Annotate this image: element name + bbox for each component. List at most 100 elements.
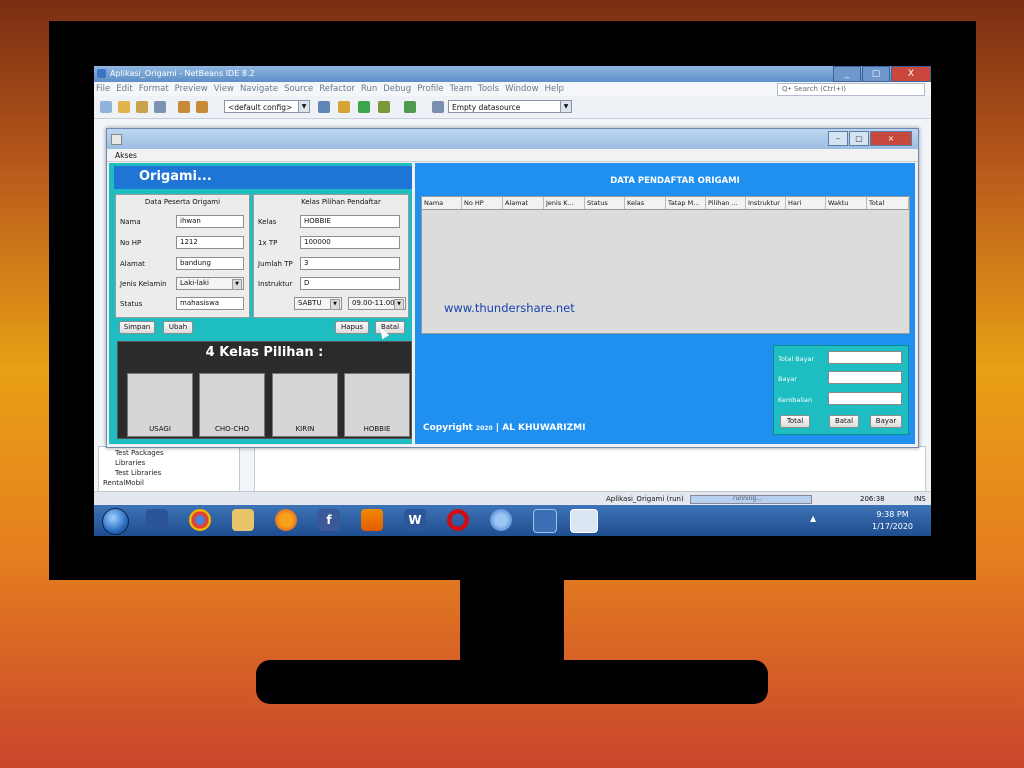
menu-debug[interactable]: Debug	[383, 84, 411, 94]
save-all-icon[interactable]	[154, 101, 166, 113]
menu-profile[interactable]: Profile	[417, 84, 443, 94]
menu-view[interactable]: View	[214, 84, 234, 94]
menu-source[interactable]: Source	[284, 84, 313, 94]
opera-icon[interactable]	[447, 509, 469, 531]
nohp-field[interactable]: 1212	[176, 236, 244, 249]
col-kelas[interactable]: Kelas	[625, 197, 666, 209]
kembalian-label: Kembalian	[778, 396, 813, 404]
kelas-field[interactable]: HOBBIE	[300, 215, 400, 228]
hapus-button[interactable]: Hapus	[335, 321, 369, 334]
total-button[interactable]: Total	[780, 415, 810, 428]
debug-icon[interactable]	[378, 101, 390, 113]
menu-navigate[interactable]: Navigate	[240, 84, 278, 94]
windows-start-icon[interactable]	[102, 508, 129, 535]
col-alamat[interactable]: Alamat	[503, 197, 544, 209]
col-jenis-kelamin[interactable]: Jenis K...	[544, 197, 585, 209]
alamat-field[interactable]: bandung	[176, 257, 244, 270]
virtualbox-icon[interactable]	[533, 509, 557, 533]
kelas-panel-title: 4 Kelas Pilihan :	[205, 345, 324, 360]
close-button[interactable]: X	[891, 66, 931, 82]
windows-taskbar: f W ▲ 9:38 PM 1/17/2020	[94, 505, 931, 536]
col-nama[interactable]: Nama	[422, 197, 462, 209]
jumlah-tp-field[interactable]: 3	[300, 257, 400, 270]
form-panel: Origami... Data Peserta Origami Nama ihw…	[109, 163, 412, 444]
nama-field[interactable]: ihwan	[176, 215, 244, 228]
kelas-card-hobbie[interactable]: HOBBIE	[344, 373, 410, 437]
col-instruktur[interactable]: Instruktur	[746, 197, 786, 209]
kembalian-field[interactable]	[828, 392, 902, 405]
tp-field[interactable]: 100000	[300, 236, 400, 249]
menu-file[interactable]: File	[96, 84, 110, 94]
system-clock[interactable]: 9:38 PM 1/17/2020	[872, 509, 913, 533]
menu-refactor[interactable]: Refactor	[319, 84, 355, 94]
tree-item[interactable]: Libraries	[115, 459, 145, 467]
col-nohp[interactable]: No HP	[462, 197, 503, 209]
bayar-field[interactable]	[828, 371, 902, 384]
menu-window[interactable]: Window	[505, 84, 539, 94]
col-pilihan[interactable]: Pilihan ...	[706, 197, 746, 209]
menu-format[interactable]: Format	[139, 84, 169, 94]
open-project-icon[interactable]	[136, 101, 148, 113]
waktu-select[interactable]: 09.00-11.00 ▼	[348, 297, 406, 310]
explorer-icon[interactable]	[146, 509, 168, 531]
menu-team[interactable]: Team	[450, 84, 472, 94]
ubah-button[interactable]: Ubah	[163, 321, 193, 334]
col-tatap-muka[interactable]: Tatap M...	[666, 197, 706, 209]
kelas-card-label: USAGI	[149, 425, 171, 433]
firefox-icon[interactable]	[275, 509, 297, 531]
clean-build-icon[interactable]	[338, 101, 350, 113]
menu-tools[interactable]: Tools	[478, 84, 499, 94]
total-bayar-field[interactable]	[828, 351, 902, 364]
batal-bayar-button[interactable]: Batal	[829, 415, 859, 428]
maximize-button[interactable]: ▢	[862, 66, 890, 82]
menu-akses[interactable]: Akses	[115, 151, 137, 160]
kelas-card-kirin[interactable]: KIRIN	[272, 373, 338, 437]
java-icon[interactable]	[570, 509, 598, 533]
app-maximize-button[interactable]: ▢	[849, 131, 869, 146]
col-status[interactable]: Status	[585, 197, 625, 209]
config-select[interactable]: <default config> ▼	[224, 100, 310, 113]
tray-arrow-icon[interactable]: ▲	[810, 514, 816, 523]
app-close-button[interactable]: ×	[870, 131, 912, 146]
col-waktu[interactable]: Waktu	[826, 197, 867, 209]
simpan-button[interactable]: Simpan	[119, 321, 155, 334]
profile-icon[interactable]	[404, 101, 416, 113]
redo-icon[interactable]	[196, 101, 208, 113]
folder-icon[interactable]	[232, 509, 254, 531]
ide-toolbar: <default config> ▼ Empty datasource ▼	[94, 96, 931, 119]
status-field[interactable]: mahasiswa	[176, 297, 244, 310]
menu-help[interactable]: Help	[545, 84, 564, 94]
pendaftar-table[interactable]: Nama No HP Alamat Jenis K... Status Kela…	[421, 196, 910, 334]
tree-item[interactable]: RentalMobil	[103, 479, 144, 487]
app-minimize-button[interactable]: –	[828, 131, 848, 146]
chrome-icon[interactable]	[189, 509, 211, 531]
new-file-icon[interactable]	[100, 101, 112, 113]
bayar-button[interactable]: Bayar	[870, 415, 902, 428]
tree-item[interactable]: Test Libraries	[115, 469, 161, 477]
col-total[interactable]: Total	[867, 197, 909, 209]
menu-edit[interactable]: Edit	[116, 84, 132, 94]
minimize-button[interactable]: _	[833, 66, 861, 82]
kelas-pilihan-title: Kelas Pilihan Pendaftar	[301, 198, 381, 206]
menu-preview[interactable]: Preview	[175, 84, 208, 94]
instruktur-field[interactable]: D	[300, 277, 400, 290]
kelas-card-usagi[interactable]: USAGI	[127, 373, 193, 437]
data-table-title: DATA PENDAFTAR ORIGAMI	[610, 176, 740, 186]
new-project-icon[interactable]	[118, 101, 130, 113]
build-icon[interactable]	[318, 101, 330, 113]
word-icon[interactable]: W	[404, 509, 426, 531]
chrome-alt-icon[interactable]	[490, 509, 512, 531]
menu-run[interactable]: Run	[361, 84, 377, 94]
kelas-card-cho-cho[interactable]: CHO-CHO	[199, 373, 265, 437]
editor-area	[254, 446, 926, 494]
hari-select[interactable]: SABTU ▼	[294, 297, 342, 310]
jenis-kelamin-select[interactable]: Laki-laki ▼	[176, 277, 244, 290]
facebook-icon[interactable]: f	[318, 509, 340, 531]
vlc-icon[interactable]	[361, 509, 383, 531]
ide-search-input[interactable]: Q• Search (Ctrl+I)	[777, 83, 925, 96]
col-hari[interactable]: Hari	[786, 197, 826, 209]
run-icon[interactable]	[358, 101, 370, 113]
tree-item[interactable]: Test Packages	[115, 449, 164, 457]
undo-icon[interactable]	[178, 101, 190, 113]
datasource-select[interactable]: Empty datasource ▼	[448, 100, 572, 113]
